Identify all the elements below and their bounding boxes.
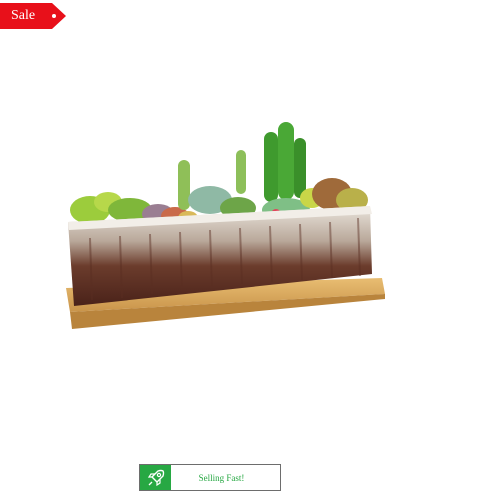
sale-badge-label: Sale (11, 8, 36, 23)
product-image (66, 122, 385, 329)
selling-fast-banner: Selling Fast! (139, 464, 281, 491)
tag-hole (52, 14, 56, 18)
sale-badge: Sale (0, 3, 66, 29)
selling-fast-label: Selling Fast! (198, 472, 245, 483)
rocket-icon (140, 465, 171, 490)
